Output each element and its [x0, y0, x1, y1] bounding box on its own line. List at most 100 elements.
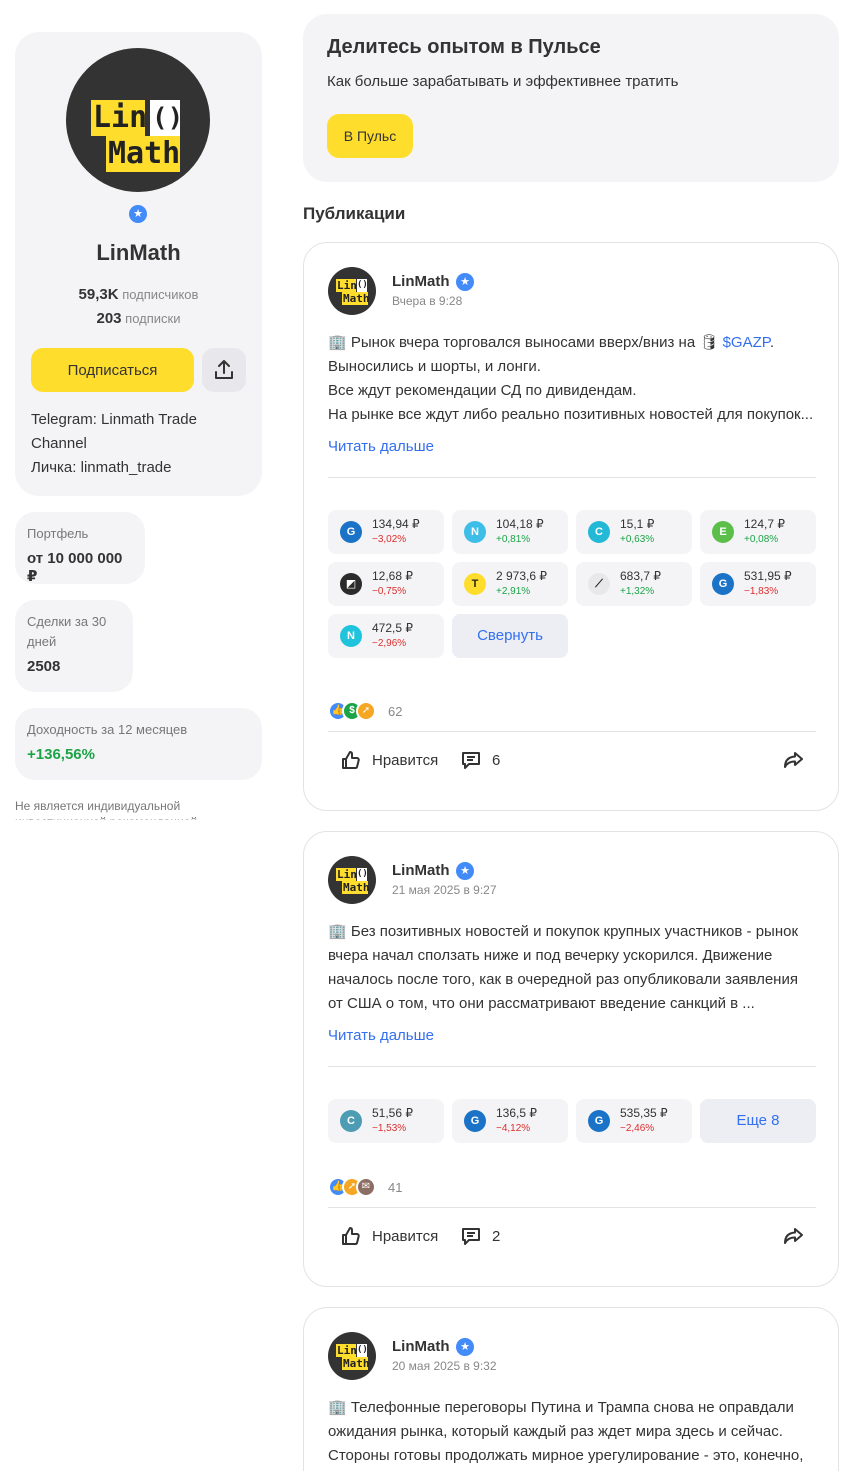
following-stat[interactable]: 203 подписки — [15, 310, 262, 327]
logo-paren: () — [152, 103, 184, 133]
comments-count: 2 — [492, 1227, 501, 1245]
thumbs-up-icon — [342, 751, 360, 769]
reactions-count: 41 — [388, 1180, 403, 1195]
post-text-line: На рынке все ждут либо реально позитивны… — [328, 406, 814, 423]
ticker-chip[interactable]: C 51,56 ₽ −1,53% — [328, 1099, 444, 1143]
ticker-change: −0,75% — [372, 586, 407, 597]
ticker-chip[interactable]: G 531,95 ₽ −1,83% — [700, 562, 816, 606]
post-text-line: 🏢 Рынок вчера торговался выносами вверх/… — [328, 331, 816, 355]
divider — [328, 1207, 816, 1208]
pulse-button[interactable]: В Пульс — [327, 114, 413, 158]
ticker-chip[interactable]: N 104,18 ₽ +0,81% — [452, 510, 568, 554]
ticker-chip[interactable]: G 535,35 ₽ −2,46% — [576, 1099, 692, 1143]
portfolio-value: от 10 000 000 ₽ — [27, 550, 123, 585]
pulse-title: Делитесь опытом в Пульсе — [327, 36, 601, 58]
ticker-price: 683,7 ₽ — [620, 569, 661, 583]
portfolio-label: Портфель — [27, 526, 89, 541]
read-more-link[interactable]: Читать дальше — [328, 438, 434, 455]
post-text-fragment: . — [769, 334, 774, 351]
ticker-chip[interactable]: G 134,94 ₽ −3,02% — [328, 510, 444, 554]
subscribe-button[interactable]: Подписаться — [31, 348, 194, 392]
publications-title: Публикации — [303, 204, 406, 223]
show-more-button[interactable]: Еще 8 — [700, 1099, 816, 1143]
post-avatar[interactable]: Lin () Math — [328, 856, 376, 904]
ticker-price: 535,35 ₽ — [620, 1106, 668, 1120]
post-text-line: Стороны готовы продолжать мирное урегули… — [328, 1447, 804, 1464]
ticker-chip[interactable]: G 136,5 ₽ −4,12% — [452, 1099, 568, 1143]
logo-math: Math — [343, 1357, 370, 1370]
forward-icon — [784, 1228, 803, 1244]
ticker-link[interactable]: $GAZP — [723, 334, 770, 351]
post-avatar[interactable]: Lin () Math — [328, 1332, 376, 1380]
ticker-change: −1,83% — [744, 586, 779, 597]
ticker-change: −2,96% — [372, 638, 407, 649]
post-author[interactable]: LinMath — [392, 862, 450, 879]
post-avatar[interactable]: Lin () Math — [328, 267, 376, 315]
ticker-price: 134,94 ₽ — [372, 517, 420, 531]
divider — [328, 477, 816, 478]
ticker-chip[interactable]: N 472,5 ₽ −2,96% — [328, 614, 444, 658]
ticker-chip[interactable]: T 2 973,6 ₽ +2,91% — [452, 562, 568, 606]
forward-button[interactable] — [782, 749, 804, 776]
collapse-button[interactable]: Свернуть — [452, 614, 568, 658]
post-date: Вчера в 9:28 — [392, 294, 463, 308]
logo-math: Math — [108, 136, 181, 171]
logo-lin: Lin — [93, 100, 148, 135]
ticker-chip[interactable]: ⟋ 683,7 ₽ +1,32% — [576, 562, 692, 606]
ticker-change: +0,63% — [620, 534, 655, 545]
post-actions: Нравится 6 — [328, 741, 816, 781]
like-button[interactable]: Нравится — [340, 749, 438, 771]
like-button[interactable]: Нравится — [340, 1225, 438, 1247]
followers-stat[interactable]: 59,3K подписчиков — [15, 286, 262, 303]
logo-lin: Lin — [337, 868, 357, 881]
post-author[interactable]: LinMath — [392, 1338, 450, 1355]
ticker-change: −4,12% — [496, 1123, 531, 1134]
ticker-price: 472,5 ₽ — [372, 621, 413, 635]
reactions-count: 62 — [388, 704, 403, 719]
followers-label: подписчиков — [122, 287, 199, 302]
portfolio-card[interactable]: Портфель от 10 000 000 ₽ — [15, 512, 145, 585]
bio-line: Telegram: Linmath Trade — [31, 411, 197, 428]
logo-math: Math — [343, 292, 370, 305]
deals-card[interactable]: Сделки за 30 дней 2508 — [15, 600, 133, 692]
ticker-change: −3,02% — [372, 534, 407, 545]
read-more-link[interactable]: Читать дальше — [328, 1027, 434, 1044]
post-text: 🏢 Без позитивных новостей и покупок круп… — [328, 920, 816, 1016]
share-button[interactable] — [202, 348, 246, 392]
yield-card[interactable]: Доходность за 12 месяцев +136,56% — [15, 708, 262, 780]
logo-paren: () — [357, 280, 368, 290]
ticker-change: +2,91% — [496, 586, 531, 597]
comments-button[interactable]: 6 — [460, 749, 500, 771]
post-text-line: от США о том, что они рассматривают введ… — [328, 995, 755, 1012]
ticker-price: 124,7 ₽ — [744, 517, 785, 531]
deals-label: Сделки за 30 дней — [27, 614, 107, 649]
gazprom-neft-icon: G — [712, 573, 734, 595]
following-count: 203 — [96, 310, 122, 327]
post-card: Lin () Math LinMath ★ 20 мая 2025 в 9:32… — [303, 1307, 839, 1471]
ticker-chip[interactable]: E 124,7 ₽ +0,08% — [700, 510, 816, 554]
e-icon: E — [712, 521, 734, 543]
disclaimer: Не является индивидуальной инвестиционно… — [15, 799, 197, 820]
post-actions: Нравится 2 — [328, 1217, 816, 1257]
ticker-change: +1,32% — [620, 586, 655, 597]
ticker-chip[interactable]: C 15,1 ₽ +0,63% — [576, 510, 692, 554]
comment-icon — [462, 1228, 480, 1245]
forward-button[interactable] — [782, 1225, 804, 1252]
logo-paren: () — [357, 1345, 368, 1355]
comments-count: 6 — [492, 751, 501, 769]
post-card: Lin () Math LinMath ★ 21 мая 2025 в 9:27… — [303, 831, 839, 1287]
post-text-line: Выносились и шорты, и лонги. — [328, 358, 541, 375]
comments-button[interactable]: 2 — [460, 1225, 500, 1247]
ticker-chip[interactable]: ◩ 12,68 ₽ −0,75% — [328, 562, 444, 606]
ticker-change: −2,46% — [620, 1123, 655, 1134]
ticker-price: 104,18 ₽ — [496, 517, 544, 531]
post-text-line: 🏢 Без позитивных новостей и покупок круп… — [328, 923, 799, 940]
profile-bio: Telegram: Linmath Trade Channel Личка: l… — [31, 408, 246, 480]
post-author[interactable]: LinMath — [392, 273, 450, 290]
post-text-line: 🏢 Телефонные переговоры Путина и Трампа … — [328, 1399, 794, 1416]
tatneft-icon: ⟋ — [588, 573, 610, 595]
post-text: 🏢 Телефонные переговоры Путина и Трампа … — [328, 1396, 816, 1468]
like-label: Нравится — [372, 751, 439, 769]
verified-icon: ★ — [129, 205, 147, 223]
sber-c-icon: C — [588, 521, 610, 543]
